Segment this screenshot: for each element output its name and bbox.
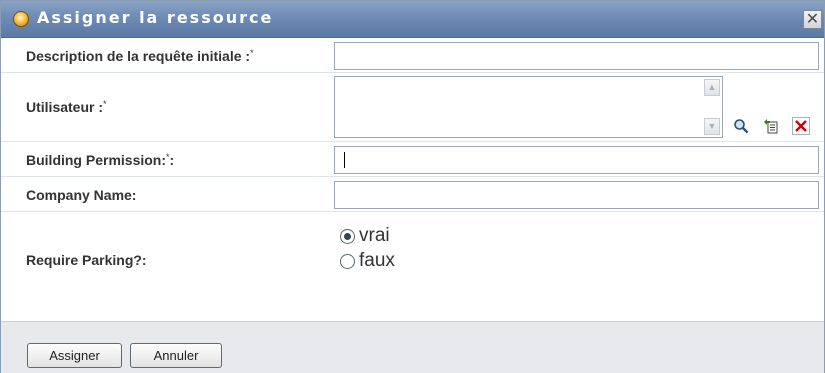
required-marker: * [103,99,107,109]
building-permission-input[interactable] [334,146,819,174]
scroll-down-arrow[interactable]: ▼ [704,118,720,135]
form-body: Description de la requête initiale :* Ut… [1,38,824,320]
close-icon: ✕ [805,9,820,28]
description-label: Description de la requête initiale :* [26,48,254,64]
radio-button-selected[interactable] [340,228,355,244]
require-parking-label: Require Parking?: [26,252,147,268]
user-row: Utilisateur :* ▲ ▼ [1,73,824,142]
text-caret [344,152,345,168]
user-label: Utilisateur :* [26,99,107,115]
dialog-titlebar: Assigner la ressource ✕ [1,1,824,38]
dialog-title: Assigner la ressource [37,8,274,27]
description-input[interactable] [334,42,819,70]
assign-resource-dialog: Assigner la ressource ✕ Description de l… [0,0,825,373]
dialog-footer: Assigner Annuler [1,321,824,373]
building-permission-row: Building Permission:*: [1,142,824,177]
require-parking-row: Require Parking?: vrai faux [1,212,824,320]
radio-label: faux [359,250,395,271]
description-row: Description de la requête initiale :* [1,38,824,73]
company-name-label: Company Name: [26,187,137,203]
search-icon[interactable] [732,117,750,135]
history-icon[interactable] [762,117,780,135]
resource-icon [13,11,29,27]
assign-button[interactable]: Assigner [27,343,122,368]
radio-button[interactable] [340,253,355,269]
company-name-row: Company Name: [1,177,824,212]
user-textarea[interactable]: ▲ ▼ [334,76,723,138]
cancel-button[interactable]: Annuler [130,343,222,368]
parking-option-vrai[interactable]: vrai [340,225,390,247]
building-permission-label: Building Permission:*: [26,152,175,168]
clear-icon[interactable] [792,117,810,135]
close-button[interactable]: ✕ [803,10,822,29]
company-name-input[interactable] [334,181,819,209]
parking-option-faux[interactable]: faux [340,250,395,272]
required-marker: * [250,48,254,58]
radio-label: vrai [359,225,390,246]
scroll-up-arrow[interactable]: ▲ [704,79,720,96]
